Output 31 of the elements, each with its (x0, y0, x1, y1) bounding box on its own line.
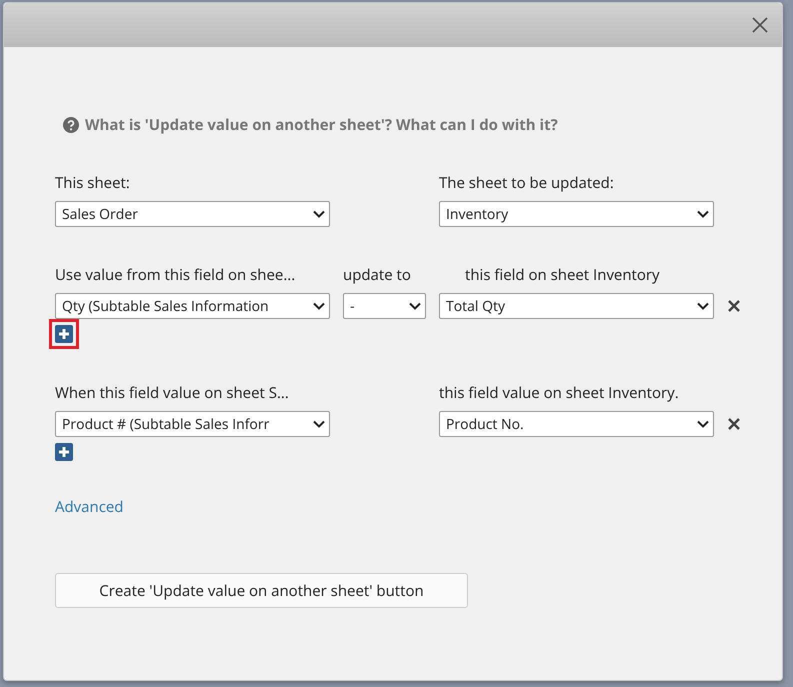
chevron-icon (697, 210, 709, 218)
help-link[interactable]: What is 'Update value on another sheet'? What can I do with it? (85, 115, 558, 135)
sheet-select[interactable]: Inventory (439, 201, 714, 227)
column-label: this field value on sheet Inventory. (439, 383, 680, 403)
field-label: This sheet: (55, 173, 131, 193)
remove-button[interactable] (727, 417, 741, 431)
column-label: Use value from this field on shee... (55, 265, 296, 285)
chevron-icon (697, 302, 709, 310)
advanced-link[interactable]: Advanced (55, 497, 124, 517)
field-label: The sheet to be updated: (439, 173, 615, 193)
add-button[interactable] (55, 443, 73, 461)
help-icon (63, 117, 79, 133)
field-select[interactable]: Qty (Subtable Sales Information (55, 293, 330, 319)
chevron-icon (409, 302, 421, 310)
column-label: this field on sheet Inventory (464, 265, 661, 285)
field-select[interactable]: Total Qty (439, 293, 714, 319)
field-select[interactable]: Product # (Subtable Sales Inforr (55, 411, 330, 437)
sheet-select[interactable]: Sales Order (55, 201, 330, 227)
plus-icon (58, 446, 70, 458)
create-button[interactable]: Create 'Update value on another sheet' button (55, 573, 468, 608)
chevron-icon (313, 210, 325, 218)
chevron-icon (697, 420, 709, 428)
chevron-icon (313, 302, 325, 310)
plus-icon (58, 328, 70, 340)
remove-button[interactable] (727, 299, 741, 313)
column-label: update to (343, 265, 412, 285)
field-select[interactable]: Product No. (439, 411, 714, 437)
add-button[interactable] (55, 325, 73, 343)
column-label: When this field value on sheet S... (55, 383, 290, 403)
operator-select[interactable]: - (343, 293, 426, 319)
chevron-icon (313, 420, 325, 428)
